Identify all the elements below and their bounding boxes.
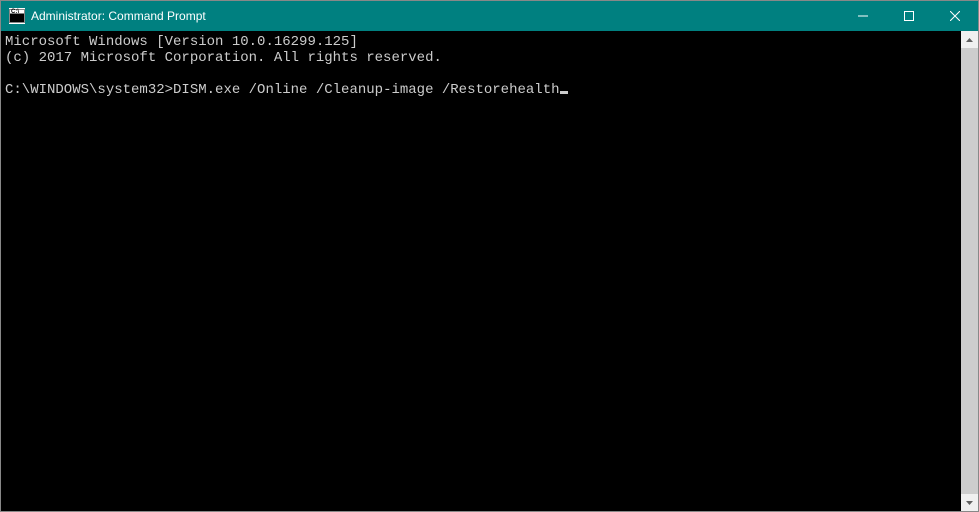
scroll-down-button[interactable] [961, 494, 978, 511]
scroll-thumb[interactable] [961, 48, 978, 494]
window-title: Administrator: Command Prompt [31, 9, 840, 23]
cmd-icon: C:\ [9, 8, 25, 24]
cmd-icon-label: C:\ [9, 9, 25, 23]
terminal-content[interactable]: Microsoft Windows [Version 10.0.16299.12… [1, 31, 961, 511]
terminal-line: (c) 2017 Microsoft Corporation. All righ… [5, 50, 442, 66]
terminal-prompt: C:\WINDOWS\system32> [5, 82, 173, 98]
chevron-down-icon [966, 501, 973, 505]
terminal-command: DISM.exe /Online /Cleanup-image /Restore… [173, 82, 559, 98]
terminal-cursor [560, 91, 568, 94]
minimize-button[interactable] [840, 1, 886, 31]
chevron-up-icon [966, 38, 973, 42]
vertical-scrollbar[interactable] [961, 31, 978, 511]
scroll-up-button[interactable] [961, 31, 978, 48]
maximize-button[interactable] [886, 1, 932, 31]
minimize-icon [858, 11, 868, 21]
titlebar[interactable]: C:\ Administrator: Command Prompt [1, 1, 978, 31]
window-controls [840, 1, 978, 31]
close-icon [950, 11, 960, 21]
terminal-area: Microsoft Windows [Version 10.0.16299.12… [1, 31, 978, 511]
maximize-icon [904, 11, 914, 21]
terminal-line: Microsoft Windows [Version 10.0.16299.12… [5, 34, 358, 50]
close-button[interactable] [932, 1, 978, 31]
scroll-track[interactable] [961, 48, 978, 494]
